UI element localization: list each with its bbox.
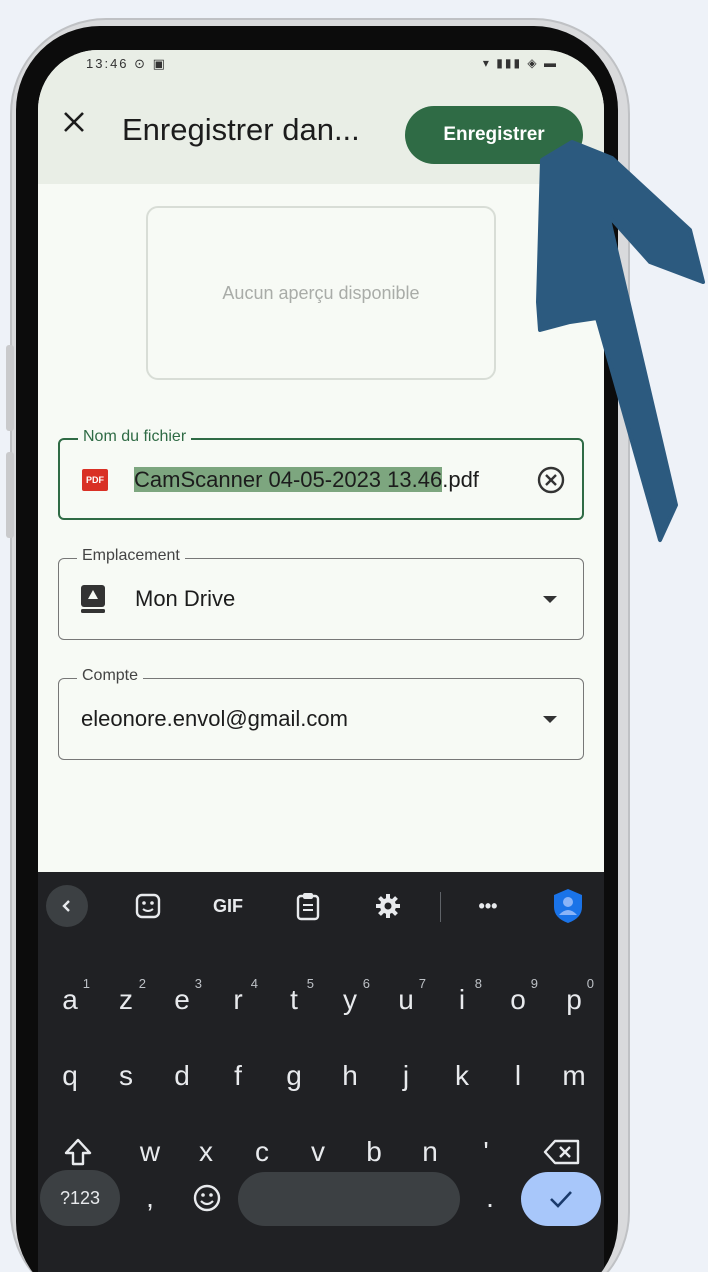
drive-icon	[79, 583, 107, 615]
filename-selected-text: CamScanner 04-05-2023 13.46	[134, 467, 443, 492]
account-dropdown-icon[interactable]	[543, 716, 557, 723]
filename-input[interactable]: CamScanner 04-05-2023 13.46.pdf	[134, 467, 479, 493]
app-bar: Enregistrer dan... Enregistrer	[38, 76, 604, 184]
enter-key[interactable]	[521, 1172, 601, 1226]
key-y[interactable]: y6	[324, 970, 376, 1030]
screen: 13:46 ⊙ ▣ ▾ ▮▮▮ ◈ ▬ Enregistrer dan... E…	[38, 50, 604, 1272]
key-e[interactable]: e3	[156, 970, 208, 1030]
more-button[interactable]: •••	[468, 888, 508, 924]
key-i[interactable]: i8	[436, 970, 488, 1030]
key-d[interactable]: d	[156, 1046, 208, 1106]
filename-field[interactable]: Nom du fichier PDF CamScanner 04-05-2023…	[58, 428, 584, 520]
sticker-icon	[135, 893, 161, 919]
backspace-icon	[543, 1139, 580, 1165]
key-y-label: y	[343, 984, 357, 1015]
key-t[interactable]: t5	[268, 970, 320, 1030]
key-a-label: a	[62, 984, 78, 1015]
location-field[interactable]: Emplacement Mon Drive	[58, 547, 584, 640]
key-o-alt: 9	[530, 976, 538, 991]
key-q[interactable]: q	[44, 1046, 96, 1106]
status-right: ▾ ▮▮▮ ◈ ▬	[482, 56, 558, 70]
location-dropdown-icon[interactable]	[543, 596, 557, 603]
pdf-icon-text: PDF	[86, 475, 104, 485]
key-l[interactable]: l	[492, 1046, 544, 1106]
key-p[interactable]: p0	[548, 970, 600, 1030]
key-a-alt: 1	[82, 976, 90, 991]
close-icon	[64, 112, 84, 132]
chevron-left-icon	[62, 900, 70, 912]
key-o-label: o	[510, 984, 526, 1015]
period-key[interactable]: .	[468, 1170, 512, 1226]
key-h[interactable]: h	[324, 1046, 376, 1106]
key-i-alt: 8	[474, 976, 482, 991]
comma-key[interactable]: ,	[128, 1170, 172, 1226]
volume-button	[6, 345, 14, 431]
shift-icon	[64, 1138, 92, 1166]
key-s[interactable]: s	[100, 1046, 152, 1106]
key-z[interactable]: z2	[100, 970, 152, 1030]
location-value: Mon Drive	[135, 586, 236, 611]
keyboard-back-button[interactable]	[46, 885, 88, 927]
key-p-alt: 0	[586, 976, 594, 991]
key-e-label: e	[174, 984, 190, 1015]
account-label: Compte	[77, 667, 144, 685]
key-a[interactable]: a1	[44, 970, 96, 1030]
toolbar-divider	[440, 892, 441, 922]
space-key[interactable]	[238, 1172, 460, 1226]
emoji-icon	[193, 1184, 221, 1212]
clear-button[interactable]	[536, 465, 566, 495]
power-button	[6, 452, 14, 538]
save-button[interactable]: Enregistrer	[405, 106, 583, 164]
clear-circle-icon	[537, 466, 565, 494]
check-icon	[550, 1191, 572, 1208]
account-shield-icon	[554, 889, 582, 923]
settings-button[interactable]	[368, 888, 408, 924]
no-preview-text: Aucun aperçu disponible	[222, 282, 420, 303]
key-z-label: z	[119, 984, 133, 1015]
status-left: 13:46 ⊙ ▣	[86, 56, 167, 71]
key-y-alt: 6	[362, 976, 370, 991]
key-r-label: r	[233, 984, 243, 1015]
key-k[interactable]: k	[436, 1046, 488, 1106]
keyboard: GIF ••• a 1 z 2 e 3 r 4 t 5 y 6 u 7 i 8 …	[38, 872, 604, 1272]
file-preview: Aucun aperçu disponible	[146, 206, 496, 380]
key-r[interactable]: r4	[212, 970, 264, 1030]
close-button[interactable]	[58, 106, 90, 138]
key-u[interactable]: u7	[380, 970, 432, 1030]
key-e-alt: 3	[194, 976, 202, 991]
status-bar: 13:46 ⊙ ▣ ▾ ▮▮▮ ◈ ▬	[38, 50, 604, 76]
filename-label: Nom du fichier	[78, 428, 192, 446]
gear-icon	[376, 894, 400, 918]
gif-button[interactable]: GIF	[208, 888, 248, 924]
symbols-key[interactable]: ?123	[40, 1170, 120, 1226]
clipboard-button[interactable]	[288, 888, 328, 924]
page-title: Enregistrer dan...	[122, 112, 360, 147]
key-f[interactable]: f	[212, 1046, 264, 1106]
key-u-label: u	[398, 984, 414, 1015]
account-button[interactable]	[548, 888, 588, 924]
navigation-bar	[38, 1268, 604, 1272]
key-z-alt: 2	[138, 976, 146, 991]
filename-extension: .pdf	[442, 467, 479, 492]
account-value: eleonore.envol@gmail.com	[81, 706, 348, 731]
key-u-alt: 7	[418, 976, 426, 991]
sticker-button[interactable]	[128, 888, 168, 924]
account-field[interactable]: Compte eleonore.envol@gmail.com	[58, 667, 584, 760]
key-g[interactable]: g	[268, 1046, 320, 1106]
key-i-label: i	[458, 984, 466, 1015]
key-p-label: p	[566, 984, 582, 1015]
keyboard-toolbar: GIF •••	[38, 872, 604, 942]
key-j[interactable]: j	[380, 1046, 432, 1106]
location-label: Emplacement	[77, 547, 185, 565]
pdf-icon: PDF	[82, 469, 108, 491]
phone-frame: 13:46 ⊙ ▣ ▾ ▮▮▮ ◈ ▬ Enregistrer dan... E…	[16, 26, 618, 1272]
key-o[interactable]: o9	[492, 970, 544, 1030]
key-m[interactable]: m	[548, 1046, 600, 1106]
emoji-key[interactable]	[184, 1170, 230, 1226]
clipboard-icon	[296, 893, 320, 921]
key-t-alt: 5	[306, 976, 314, 991]
key-t-label: t	[290, 984, 298, 1015]
key-r-alt: 4	[250, 976, 258, 991]
